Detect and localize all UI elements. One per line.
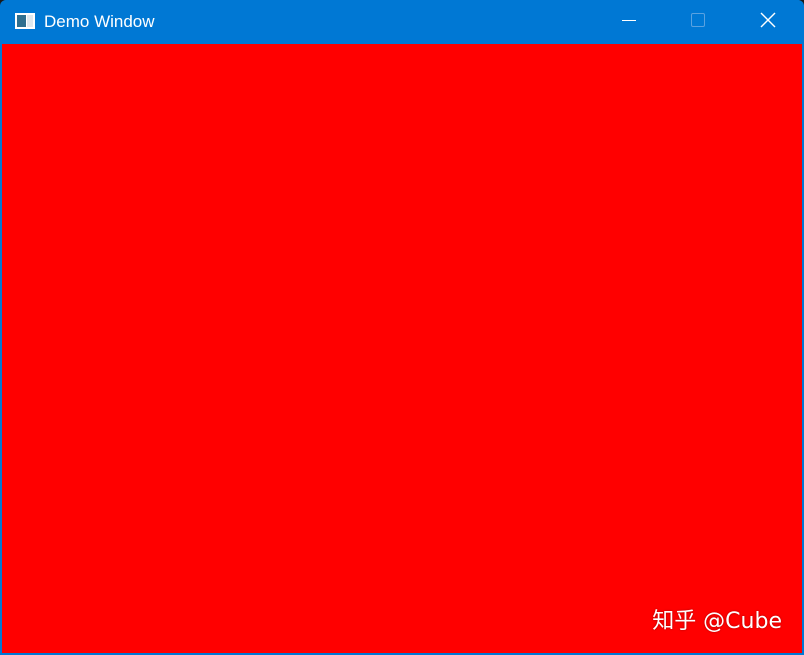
client-area[interactable]: 知乎 @Cube xyxy=(2,44,802,653)
close-icon xyxy=(759,11,777,34)
demo-window: Demo Window 知乎 @Cube xyxy=(0,0,804,655)
minimize-icon xyxy=(621,12,637,33)
close-button[interactable] xyxy=(734,0,802,44)
title-bar[interactable]: Demo Window xyxy=(2,0,802,44)
watermark-text: 知乎 @Cube xyxy=(652,609,782,634)
maximize-icon xyxy=(690,12,706,33)
maximize-button[interactable] xyxy=(664,0,732,44)
window-app-icon xyxy=(15,13,35,29)
window-title: Demo Window xyxy=(44,12,155,31)
minimize-button[interactable] xyxy=(595,0,663,44)
